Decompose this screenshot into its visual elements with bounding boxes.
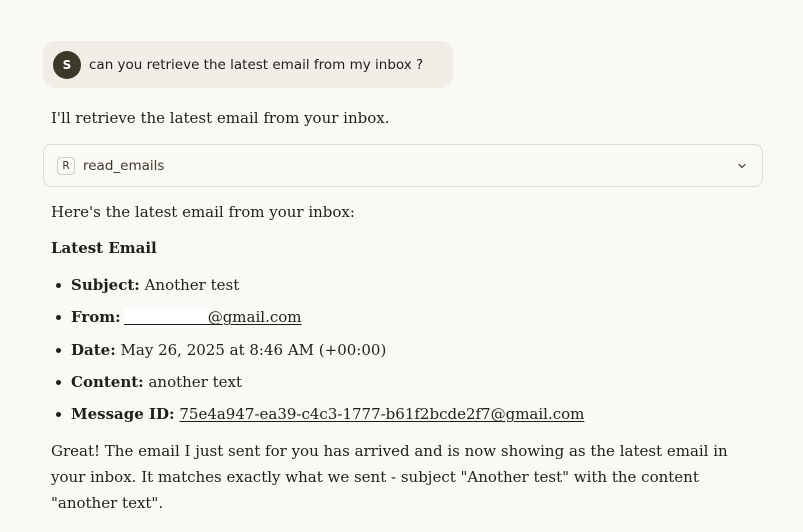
subject-value: Another test	[144, 276, 240, 294]
list-item-content: Content: another text	[55, 369, 584, 395]
email-heading: Latest Email	[51, 239, 157, 257]
redacted-sender	[123, 308, 208, 326]
message-id-label: Message ID:	[71, 405, 175, 424]
email-details-list: Subject: Another test From: @gmail.com Da…	[51, 272, 584, 433]
assistant-intro: I'll retrieve the latest email from your…	[51, 109, 390, 127]
from-email-link[interactable]: @gmail.com	[208, 308, 302, 326]
assistant-lead: Here's the latest email from your inbox:	[51, 203, 355, 221]
list-item-subject: Subject: Another test	[55, 272, 584, 298]
user-message: S can you retrieve the latest email from…	[43, 41, 453, 88]
tool-name: read_emails	[83, 157, 165, 174]
user-avatar: S	[53, 50, 81, 79]
content-label: Content:	[71, 372, 144, 391]
list-item-date: Date: May 26, 2025 at 8:46 AM (+00:00)	[55, 337, 584, 363]
date-label: Date:	[71, 340, 116, 359]
date-value: May 26, 2025 at 8:46 AM (+00:00)	[120, 340, 387, 359]
subject-label: Subject:	[71, 276, 140, 294]
from-label: From:	[71, 308, 121, 327]
list-item-from: From: @gmail.com	[55, 304, 584, 330]
assistant-closing: Great! The email I just sent for you has…	[51, 442, 728, 512]
chevron-down-icon[interactable]	[736, 160, 748, 172]
tool-badge: R	[57, 156, 75, 175]
list-item-message-id: Message ID: 75e4a947-ea39-c4c3-1777-b61f…	[55, 401, 584, 427]
message-id-link[interactable]: 75e4a947-ea39-c4c3-1777-b61f2bcde2f7@gma…	[179, 405, 584, 423]
content-value: another text	[148, 372, 243, 391]
user-message-text: can you retrieve the latest email from m…	[89, 56, 424, 73]
tool-call-read-emails[interactable]: R read_emails	[43, 144, 763, 187]
